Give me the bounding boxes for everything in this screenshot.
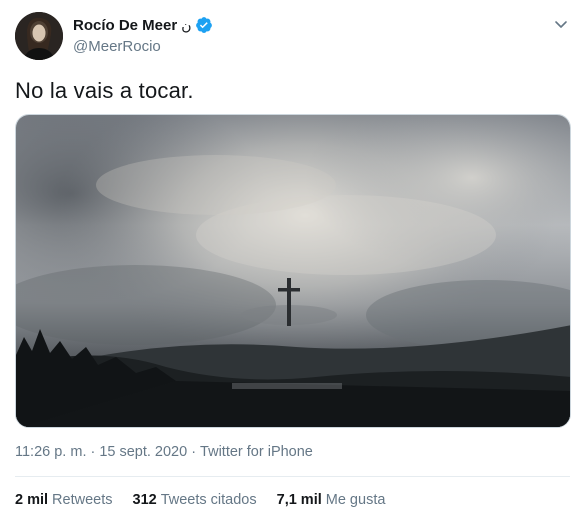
divider: [15, 476, 570, 477]
likes-stat[interactable]: 7,1 mil Me gusta: [277, 492, 386, 508]
author-name[interactable]: Rocío De Meer: [73, 17, 177, 34]
likes-count: 7,1 mil: [276, 492, 322, 508]
tweet-card: Rocío De Meer ن @MeerRocio No la vais a …: [0, 0, 580, 523]
quote-tweets-stat[interactable]: 312 Tweets citados: [133, 492, 257, 508]
meta-separator: ·: [90, 444, 96, 460]
tweet-source[interactable]: Twitter for iPhone: [200, 444, 313, 460]
tweet-text: No la vais a tocar.: [15, 78, 194, 103]
meta-separator: ·: [191, 444, 197, 460]
quote-tweets-count: 312: [132, 492, 157, 508]
retweets-stat[interactable]: 2 mil Retweets: [15, 492, 113, 508]
tweet-time[interactable]: 11:26 p. m.: [15, 444, 86, 460]
likes-label: Me gusta: [325, 492, 386, 508]
author-name-suffix: ن: [181, 16, 192, 33]
tweet-stats: 2 mil Retweets 312 Tweets citados 7,1 mi…: [15, 492, 385, 508]
avatar[interactable]: [15, 12, 63, 60]
chevron-down-icon[interactable]: [553, 16, 569, 32]
author-handle[interactable]: @MeerRocio: [73, 38, 161, 55]
retweets-label: Retweets: [52, 492, 113, 508]
tweet-media-photo[interactable]: [15, 114, 571, 428]
photo-cross-in-clouds: [16, 115, 570, 427]
quote-tweets-label: Tweets citados: [160, 492, 257, 508]
tweet-meta: 11:26 p. m. · 15 sept. 2020 · Twitter fo…: [15, 444, 313, 460]
retweets-count: 2 mil: [15, 492, 49, 508]
author-name-row: Rocío De Meer ن: [73, 16, 213, 34]
verified-badge-icon: [196, 17, 213, 33]
tweet-date[interactable]: 15 sept. 2020: [99, 444, 187, 460]
avatar-image: [15, 12, 63, 60]
